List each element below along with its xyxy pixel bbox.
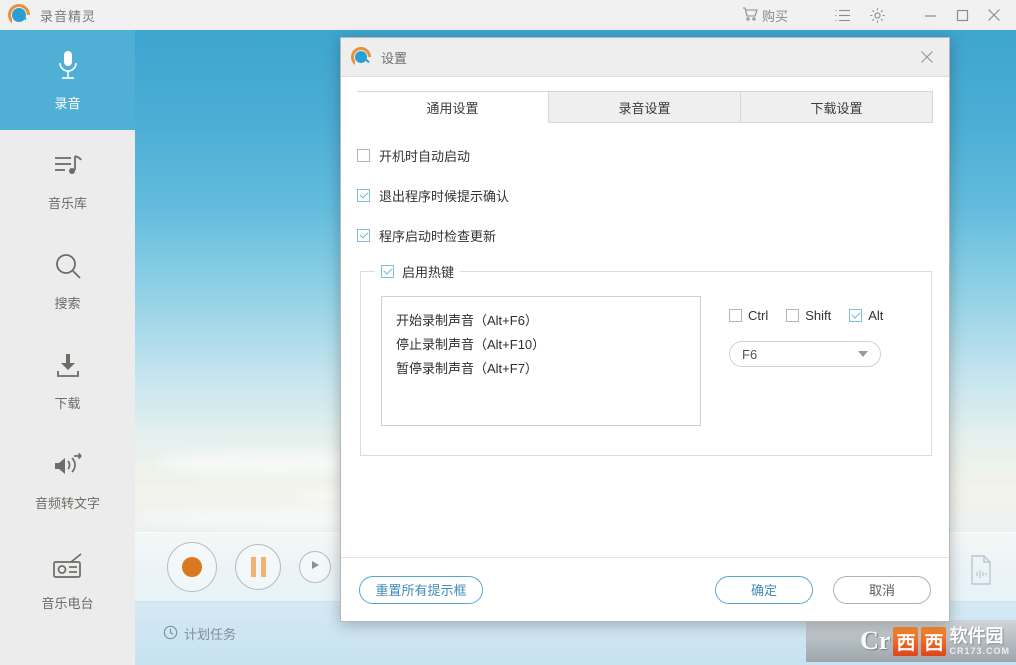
music-library-icon xyxy=(53,149,83,183)
tab-label: 通用设置 xyxy=(426,100,479,116)
radio-icon xyxy=(51,549,85,583)
modifier-label: Shift xyxy=(805,308,832,323)
pause-icon xyxy=(250,557,266,577)
option-label: 退出程序时候提示确认 xyxy=(379,188,510,204)
watermark-xi-2: 西 xyxy=(921,626,947,656)
hotkey-group-legend[interactable]: 启用热键 xyxy=(375,262,461,281)
watermark-text: 软件园 xyxy=(949,625,1004,646)
microphone-icon xyxy=(57,49,79,83)
list-icon[interactable] xyxy=(828,0,858,30)
option-check-update[interactable]: 程序启动时检查更新 xyxy=(357,225,933,245)
option-autostart[interactable]: 开机时自动启动 xyxy=(357,145,933,165)
hotkey-editor: Ctrl Shift Alt F6 xyxy=(719,296,883,426)
recorder-logo-icon xyxy=(351,47,375,68)
modifier-label: Ctrl xyxy=(748,308,769,323)
modifier-ctrl[interactable]: Ctrl xyxy=(729,308,768,323)
modifier-alt[interactable]: Alt xyxy=(849,308,883,323)
confirm-button[interactable]: 确定 xyxy=(715,575,813,604)
sidebar-item-label: 下载 xyxy=(54,395,81,411)
scheduled-task-label[interactable]: 计划任务 xyxy=(184,624,236,643)
record-button[interactable] xyxy=(167,542,217,592)
dialog-close-button[interactable] xyxy=(915,45,939,69)
sidebar-item-download[interactable]: 下载 xyxy=(0,330,135,430)
hotkey-key-value: F6 xyxy=(742,346,758,362)
watermark-cr: Cr xyxy=(860,626,891,655)
tab-label: 下载设置 xyxy=(810,100,863,116)
watermark-url: CR173.COM xyxy=(949,645,1010,656)
app-window: 录音精灵 购买 录音 音乐库 搜索 下载 音频转文字 音乐电台 计划任务 Cr … xyxy=(0,0,1016,665)
chevron-down-icon xyxy=(858,351,868,357)
tab-download-settings[interactable]: 下载设置 xyxy=(741,91,933,123)
record-icon xyxy=(182,557,202,577)
modifier-label: Alt xyxy=(868,308,884,323)
dialog-title: 设置 xyxy=(381,50,408,66)
modifier-checkboxes: Ctrl Shift Alt xyxy=(719,308,883,323)
gear-icon[interactable] xyxy=(862,0,892,30)
sidebar: 录音 音乐库 搜索 下载 音频转文字 音乐电台 xyxy=(0,30,135,665)
tab-label: 录音设置 xyxy=(618,100,671,116)
download-icon xyxy=(54,349,82,383)
watermark-xi-1: 西 xyxy=(893,626,919,656)
tab-general-settings[interactable]: 通用设置 xyxy=(357,91,549,123)
hotkey-key-select[interactable]: F6 xyxy=(729,341,881,367)
tab-recording-settings[interactable]: 录音设置 xyxy=(549,91,741,123)
sidebar-item-search[interactable]: 搜索 xyxy=(0,230,135,330)
reset-all-prompts-button[interactable]: 重置所有提示框 xyxy=(359,575,483,604)
titlebar: 录音精灵 购买 xyxy=(0,0,1016,31)
sidebar-item-audio-to-text[interactable]: 音频转文字 xyxy=(0,430,135,530)
play-icon xyxy=(309,558,321,576)
audio-to-text-icon xyxy=(52,449,84,483)
modifier-shift[interactable]: Shift xyxy=(786,308,831,323)
app-title: 录音精灵 xyxy=(40,8,97,24)
close-button[interactable] xyxy=(978,0,1010,30)
sidebar-item-radio[interactable]: 音乐电台 xyxy=(0,530,135,630)
buy-button[interactable]: 购买 xyxy=(742,6,788,25)
hotkey-list-item[interactable]: 开始录制声音（Alt+F6） xyxy=(396,309,686,333)
checkbox-shift[interactable] xyxy=(786,309,800,322)
hotkey-list[interactable]: 开始录制声音（Alt+F6） 停止录制声音（Alt+F10） 暂停录制声音（Al… xyxy=(381,296,701,426)
sidebar-item-label: 录音 xyxy=(54,95,81,111)
dialog-header: 设置 xyxy=(341,38,949,77)
sidebar-item-music-library[interactable]: 音乐库 xyxy=(0,130,135,230)
option-confirm-exit[interactable]: 退出程序时候提示确认 xyxy=(357,185,933,205)
hotkey-list-item[interactable]: 停止录制声音（Alt+F10） xyxy=(396,333,686,357)
pause-button[interactable] xyxy=(235,544,281,590)
option-label: 开机时自动启动 xyxy=(379,148,471,164)
sidebar-item-label: 搜索 xyxy=(54,295,81,311)
watermark: Cr 西 西 软件园 CR173.COM xyxy=(806,620,1016,662)
hotkey-legend-label: 启用热键 xyxy=(402,265,455,280)
cart-icon xyxy=(742,6,758,24)
checkbox-autostart[interactable] xyxy=(357,148,370,162)
sidebar-item-label: 音频转文字 xyxy=(34,495,100,511)
checkbox-alt[interactable] xyxy=(849,309,863,322)
waveform-file-icon[interactable] xyxy=(968,555,994,585)
hotkey-group-content: 开始录制声音（Alt+F6） 停止录制声音（Alt+F10） 暂停录制声音（Al… xyxy=(361,272,931,426)
dialog-body: 开机时自动启动 退出程序时候提示确认 程序启动时检查更新 启用热键 开始录制声音… xyxy=(341,145,949,456)
maximize-button[interactable] xyxy=(946,0,978,30)
checkbox-ctrl[interactable] xyxy=(729,309,742,322)
buy-label: 购买 xyxy=(761,8,788,24)
minimize-button[interactable] xyxy=(914,0,946,30)
sidebar-item-record[interactable]: 录音 xyxy=(0,30,135,130)
checkbox-check-update[interactable] xyxy=(357,228,370,242)
dialog-footer: 重置所有提示框 确定 取消 xyxy=(341,557,949,621)
settings-dialog: 设置 通用设置 录音设置 下载设置 开机时自动启动 退出程序时候提示确认 程序启… xyxy=(340,37,950,622)
hotkey-group: 启用热键 开始录制声音（Alt+F6） 停止录制声音（Alt+F10） 暂停录制… xyxy=(360,262,932,456)
hotkey-list-item[interactable]: 暂停录制声音（Alt+F7） xyxy=(396,357,686,381)
checkbox-enable-hotkey[interactable] xyxy=(381,265,394,278)
checkbox-confirm-exit[interactable] xyxy=(357,188,370,202)
clock-icon xyxy=(163,625,178,643)
titlebar-controls: 购买 xyxy=(742,0,1016,30)
option-label: 程序启动时检查更新 xyxy=(379,228,497,244)
cancel-button[interactable]: 取消 xyxy=(833,575,931,604)
sidebar-item-label: 音乐库 xyxy=(47,195,87,211)
search-icon xyxy=(53,249,83,283)
play-button[interactable] xyxy=(299,551,331,583)
sidebar-item-label: 音乐电台 xyxy=(41,595,94,611)
settings-tabs: 通用设置 录音设置 下载设置 xyxy=(357,91,933,123)
watermark-text-block: 软件园 CR173.COM xyxy=(949,627,1010,656)
recorder-logo-icon xyxy=(8,4,32,26)
